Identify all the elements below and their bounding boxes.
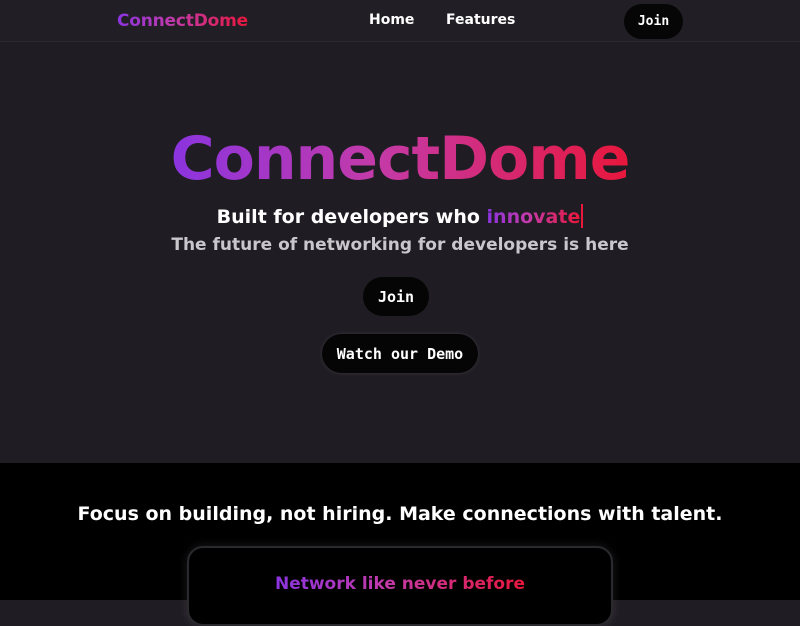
nav-link-features[interactable]: Features (446, 12, 515, 28)
features-section: Focus on building, not hiring. Make conn… (0, 463, 800, 626)
tagline-typed-word: innovate (486, 206, 581, 228)
hero-subtitle: The future of networking for developers … (171, 235, 629, 255)
feature-card-title: Network like never before (189, 572, 611, 596)
tagline-prefix: Built for developers who (216, 206, 487, 228)
hero-tagline: Built for developers who innovate (0, 204, 800, 230)
hero-title: ConnectDome (0, 123, 800, 195)
features-headline: Focus on building, not hiring. Make conn… (77, 503, 723, 525)
navbar: ConnectDome Home Features Join (0, 0, 800, 42)
typing-cursor (581, 204, 584, 228)
watch-demo-button[interactable]: Watch our Demo (322, 334, 478, 373)
hero-join-button[interactable]: Join (363, 277, 429, 316)
nav-link-home[interactable]: Home (369, 12, 414, 28)
hero-section: ConnectDome Built for developers who inn… (0, 43, 800, 463)
brand-logo[interactable]: ConnectDome (117, 11, 248, 31)
nav-join-button[interactable]: Join (624, 4, 683, 39)
feature-card-title-text: Network like never before (274, 574, 526, 594)
hero-title-text: ConnectDome (170, 124, 631, 194)
feature-card: Network like never before (187, 546, 613, 626)
